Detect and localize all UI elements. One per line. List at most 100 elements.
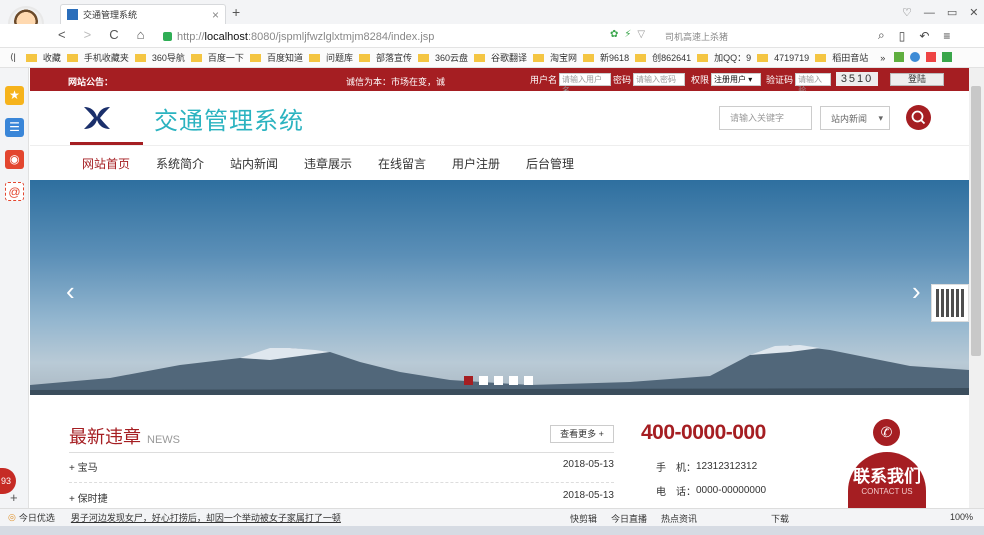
apps-icon[interactable] (894, 52, 904, 62)
ext-icon[interactable] (942, 52, 952, 62)
close-window-icon[interactable]: ✕ (969, 6, 978, 19)
bookmark-label: 谷歌翻译 (491, 53, 528, 63)
bookmark-item[interactable]: 百度一下 (190, 51, 244, 64)
bookmark-item[interactable]: 360导航 (134, 51, 185, 64)
bookmark-item[interactable]: 百度知道 (249, 51, 303, 64)
scrollbar-thumb[interactable] (971, 86, 981, 356)
phone-icon: ✆ (873, 419, 900, 446)
bookmark-item[interactable]: 手机收藏夹 (66, 51, 129, 64)
search-icon[interactable]: ⌕ (878, 28, 885, 43)
skin-icon[interactable]: ♡ (902, 6, 912, 19)
news-more-button[interactable]: 查看更多 + (550, 425, 614, 443)
site-logo-icon[interactable] (82, 103, 112, 133)
status-item-clip[interactable]: 快剪辑 (570, 512, 597, 525)
weibo-icon[interactable]: ◉ (5, 150, 24, 169)
toolbar-icons: ⌕ ▯ ↶ ≡ (878, 28, 950, 43)
new-tab-button[interactable]: + (232, 4, 240, 20)
nav-item-admin[interactable]: 后台管理 (526, 155, 574, 172)
lightning-icon[interactable]: ⚡ (624, 29, 631, 40)
nav-item-register[interactable]: 用户注册 (452, 155, 500, 172)
address-bar[interactable]: http:// localhost :8080/jspmljfwzlglxtmj… (150, 27, 670, 46)
undo-icon[interactable]: ↶ (919, 29, 929, 43)
forward-icon[interactable]: > (84, 27, 92, 42)
search-button[interactable] (906, 105, 931, 130)
maximize-icon[interactable]: ▭ (947, 6, 957, 19)
captcha-input[interactable]: 请输入验 (795, 72, 832, 95)
banner-dot[interactable] (479, 376, 488, 385)
bookmark-item[interactable]: 创862641 (635, 51, 691, 64)
banner-dots (464, 376, 533, 385)
notes-icon[interactable]: ☰ (5, 118, 24, 137)
folder-icon (25, 54, 37, 62)
content-area: 最新违章 NEWS 查看更多 + + 宝马 2018-05-13 + 保时捷 2… (30, 395, 969, 508)
nav-item-intro[interactable]: 系统简介 (156, 155, 204, 172)
banner-dot[interactable] (524, 376, 533, 385)
bookmark-item[interactable]: 4719719 (757, 53, 809, 63)
header-search-input[interactable]: 请输入关键字 (719, 106, 812, 130)
banner-dot-active[interactable] (464, 376, 473, 385)
news-item-date: 2018-05-13 (562, 490, 614, 501)
bookmark-item[interactable]: 部落宣传 (358, 51, 412, 64)
bookmark-item[interactable]: 360云盘 (417, 51, 468, 64)
add-sidebar-icon[interactable]: + (10, 490, 18, 505)
daily-pick-label[interactable]: 今日优选 (19, 511, 55, 524)
nav-item-home[interactable]: 网站首页 (82, 155, 130, 172)
bookmark-item[interactable]: 加QQ：9 (697, 51, 751, 64)
search-scope-select[interactable]: 站内新闻 ▾ (820, 106, 890, 130)
status-item-live[interactable]: 今日直播 (611, 512, 647, 525)
status-item-download[interactable]: 下载 (771, 512, 789, 525)
menu-icon[interactable]: ≡ (943, 29, 950, 43)
bookmark-item[interactable]: 收藏 (25, 51, 61, 64)
folder-icon (635, 54, 647, 62)
minimize-icon[interactable]: — (924, 7, 935, 19)
mountain-illustration (30, 345, 969, 395)
find-icon[interactable] (910, 52, 920, 62)
bookmark-item[interactable]: 问题库 (308, 51, 353, 64)
nav-buttons: < > C ⌂ (58, 27, 144, 42)
bookmarks-more[interactable]: » (880, 53, 885, 63)
bookmark-item[interactable]: 新9618 (583, 51, 629, 64)
banner-dot[interactable] (509, 376, 518, 385)
browser-tab[interactable]: 交通管理系统 × (60, 4, 226, 24)
banner-prev-arrow[interactable]: ‹ (66, 276, 75, 307)
role-select[interactable]: 注册用户 ▾ (711, 72, 762, 86)
tab-favicon-icon (67, 9, 78, 20)
nav-item-news[interactable]: 站内新闻 (230, 155, 278, 172)
search-hint[interactable]: 司机高速上杀猪 (665, 30, 728, 43)
role-value: 注册用户 (714, 74, 747, 84)
bookmarks-toggle-icon[interactable]: ⟨| (10, 52, 16, 63)
banner-next-arrow[interactable]: › (912, 276, 921, 307)
list-item[interactable]: + 宝马 2018-05-13 (69, 459, 614, 483)
username-input[interactable]: 请输入用户名 (559, 72, 612, 95)
reading-icon[interactable]: ▯ (899, 29, 906, 43)
qr-code-icon[interactable] (931, 284, 969, 322)
folder-icon (533, 54, 545, 62)
notice-text: 诚信为本：市场在变，诚 (346, 77, 446, 87)
favorites-icon[interactable]: ★ (5, 86, 24, 105)
bookmark-item[interactable]: 稻田音站 (815, 51, 868, 64)
headline-link[interactable]: 男子河边发现女尸，好心打捞后，却因一个举动被女子家属打了一顿 (71, 511, 341, 524)
news-item-name[interactable]: + 保时捷 (69, 494, 108, 505)
zoom-level[interactable]: 100% (950, 512, 973, 522)
captcha-image[interactable]: 3510 (836, 72, 879, 86)
bag-icon[interactable] (926, 52, 936, 62)
mail-icon[interactable]: @ (5, 182, 24, 201)
contact-phone: 电 话： 0000-00000000 (656, 483, 766, 498)
reload-icon[interactable]: C (109, 27, 118, 42)
bookmark-item[interactable]: 淘宝网 (533, 51, 577, 64)
bookmark-item[interactable]: 谷歌翻译 (474, 51, 527, 64)
dropdown-icon[interactable]: ▽ (637, 29, 645, 40)
nav-item-violations[interactable]: 违章展示 (304, 155, 352, 172)
banner-dot[interactable] (494, 376, 503, 385)
news-item-name[interactable]: + 宝马 (69, 463, 98, 474)
password-input[interactable]: 请输入密码 (633, 72, 686, 86)
home-icon[interactable]: ⌂ (137, 27, 145, 42)
contact-badge[interactable]: 联系我们 CONTACT US (848, 452, 926, 508)
back-icon[interactable]: < (58, 27, 66, 42)
speed-icon[interactable]: ✿ (610, 29, 618, 40)
status-item-hot[interactable]: 热点资讯 (661, 512, 697, 525)
login-button[interactable]: 登陆 (890, 72, 945, 86)
folder-icon (66, 54, 78, 62)
close-tab-icon[interactable]: × (212, 8, 219, 22)
nav-item-guestbook[interactable]: 在线留言 (378, 155, 426, 172)
